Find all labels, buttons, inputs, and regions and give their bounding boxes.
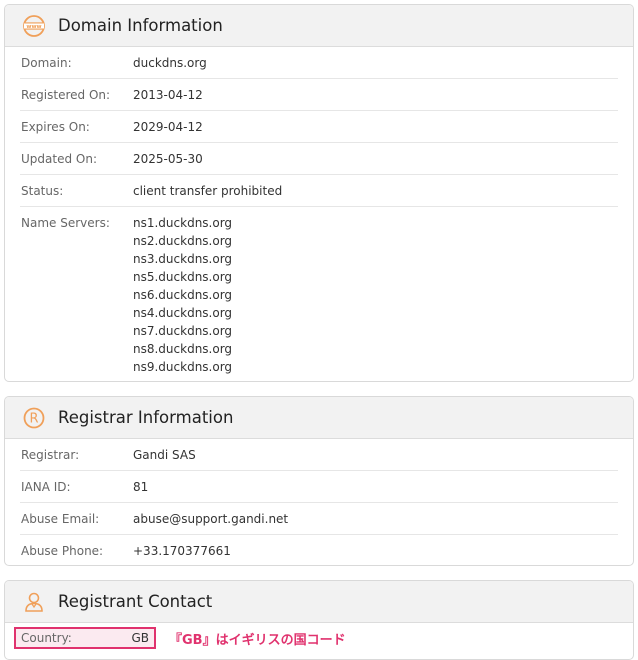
country-code-annotation: 『GB』はイギリスの国コード xyxy=(169,633,346,648)
name-server-item: ns8.duckdns.org xyxy=(133,342,233,356)
registrant-contact-card: Registrant Contact Country: GB 『GB』はイギリス… xyxy=(4,580,634,660)
name-servers-list: ns1.duckdns.org ns2.duckdns.org ns3.duck… xyxy=(133,214,232,376)
registered-trademark-icon: R xyxy=(22,406,46,430)
registrar-information-header: R Registrar Information xyxy=(5,397,633,439)
name-server-item: ns3.duckdns.org xyxy=(133,252,233,266)
name-server-item: ns9.duckdns.org xyxy=(133,360,233,374)
registrar-row: Registrar: Gandi SAS xyxy=(20,439,618,471)
person-icon xyxy=(22,590,46,614)
name-server-item: ns6.duckdns.org xyxy=(133,288,233,302)
registrar-information-card: R Registrar Information Registrar: Gandi… xyxy=(4,396,634,566)
name-servers-label: Name Servers: xyxy=(21,216,110,230)
updated-on-value: 2025-05-30 xyxy=(133,152,203,166)
svg-text:R: R xyxy=(29,411,38,426)
abuse-phone-value: +33.170377661 xyxy=(133,544,231,558)
name-server-item: ns5.duckdns.org xyxy=(133,270,233,284)
abuse-email-label: Abuse Email: xyxy=(21,512,100,526)
registrant-contact-body: Country: GB 『GB』はイギリスの国コード xyxy=(5,623,633,659)
name-server-item: ns7.duckdns.org xyxy=(133,324,233,338)
name-servers-row: Name Servers: ns1.duckdns.org ns2.duckdn… xyxy=(20,207,618,381)
domain-label: Domain: xyxy=(21,56,72,70)
iana-id-row: IANA ID: 81 xyxy=(20,471,618,503)
expires-on-value: 2029-04-12 xyxy=(133,120,203,134)
svg-text:www: www xyxy=(26,24,41,30)
abuse-phone-label: Abuse Phone: xyxy=(21,544,104,558)
name-server-item: ns1.duckdns.org xyxy=(133,216,233,230)
abuse-email-row: Abuse Email: abuse@support.gandi.net xyxy=(20,503,618,535)
abuse-email-value: abuse@support.gandi.net xyxy=(133,512,289,526)
name-server-item: ns4.duckdns.org xyxy=(133,306,233,320)
iana-id-value: 81 xyxy=(133,480,149,494)
expires-on-label: Expires On: xyxy=(21,120,90,134)
registrant-contact-title: Registrant Contact xyxy=(58,592,213,611)
country-label: Country: xyxy=(21,631,72,645)
domain-value: duckdns.org xyxy=(133,56,207,70)
updated-on-row: Updated On: 2025-05-30 xyxy=(20,143,618,175)
domain-information-header: www Domain Information xyxy=(5,5,633,47)
www-globe-icon: www xyxy=(22,14,46,38)
status-label: Status: xyxy=(21,184,64,198)
status-row: Status: client transfer prohibited xyxy=(20,175,618,207)
domain-information-card: www Domain Information Domain: duckdns.o… xyxy=(4,4,634,382)
domain-information-title: Domain Information xyxy=(58,16,223,35)
name-server-item: ns2.duckdns.org xyxy=(133,234,233,248)
registered-on-row: Registered On: 2013-04-12 xyxy=(20,79,618,111)
status-value: client transfer prohibited xyxy=(133,184,283,198)
registered-on-label: Registered On: xyxy=(21,88,111,102)
country-value: GB xyxy=(131,631,149,645)
country-highlight-box: Country: GB xyxy=(14,627,156,649)
iana-id-label: IANA ID: xyxy=(21,480,71,494)
expires-on-row: Expires On: 2029-04-12 xyxy=(20,111,618,143)
registrant-contact-header: Registrant Contact xyxy=(5,581,633,623)
registrar-label: Registrar: xyxy=(21,448,80,462)
registered-on-value: 2013-04-12 xyxy=(133,88,203,102)
registrar-information-title: Registrar Information xyxy=(58,408,234,427)
domain-row: Domain: duckdns.org xyxy=(20,47,618,79)
updated-on-label: Updated On: xyxy=(21,152,97,166)
registrar-value: Gandi SAS xyxy=(133,448,196,462)
abuse-phone-row: Abuse Phone: +33.170377661 xyxy=(20,535,618,565)
